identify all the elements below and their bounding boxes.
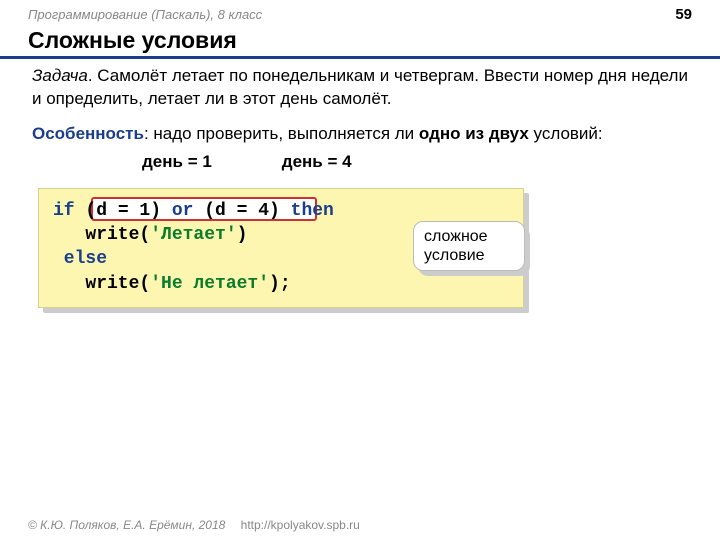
slide-content: Задача. Самолёт летает по понедельникам … [0, 59, 720, 308]
feature-before: : надо проверить, выполняется ли [144, 124, 419, 143]
condition-1: день = 1 [142, 152, 212, 171]
course-name: Программирование (Паскаль), 8 класс [28, 7, 262, 22]
slide-footer: © К.Ю. Поляков, Е.А. Ерёмин, 2018 http:/… [28, 518, 360, 532]
code-line-4: write('Не летает'); [53, 272, 509, 296]
footer-link: http://kpolyakov.spb.ru [241, 518, 360, 532]
task-paragraph: Задача. Самолёт летает по понедельникам … [32, 65, 688, 111]
feature-paragraph: Особенность: надо проверить, выполняется… [32, 123, 688, 146]
copyright: © К.Ю. Поляков, Е.А. Ерёмин, 2018 [28, 518, 225, 532]
condition-list: день = 1 день = 4 [32, 152, 688, 172]
slide-header: Программирование (Паскаль), 8 класс 59 [0, 0, 720, 25]
task-text: . Самолёт летает по понедельникам и четв… [32, 66, 688, 108]
code-line-1: if (d = 1) or (d = 4) then [53, 199, 509, 223]
page-number: 59 [675, 6, 692, 23]
feature-label: Особенность [32, 124, 144, 143]
callout-box: сложное условие [413, 221, 525, 271]
condition-2: день = 4 [282, 152, 352, 171]
feature-after: условий: [529, 124, 603, 143]
task-label: Задача [32, 66, 88, 85]
feature-bold: одно из двух [419, 124, 529, 143]
code-example: if (d = 1) or (d = 4) then write('Летает… [38, 188, 682, 308]
slide-title: Сложные условия [0, 25, 720, 59]
